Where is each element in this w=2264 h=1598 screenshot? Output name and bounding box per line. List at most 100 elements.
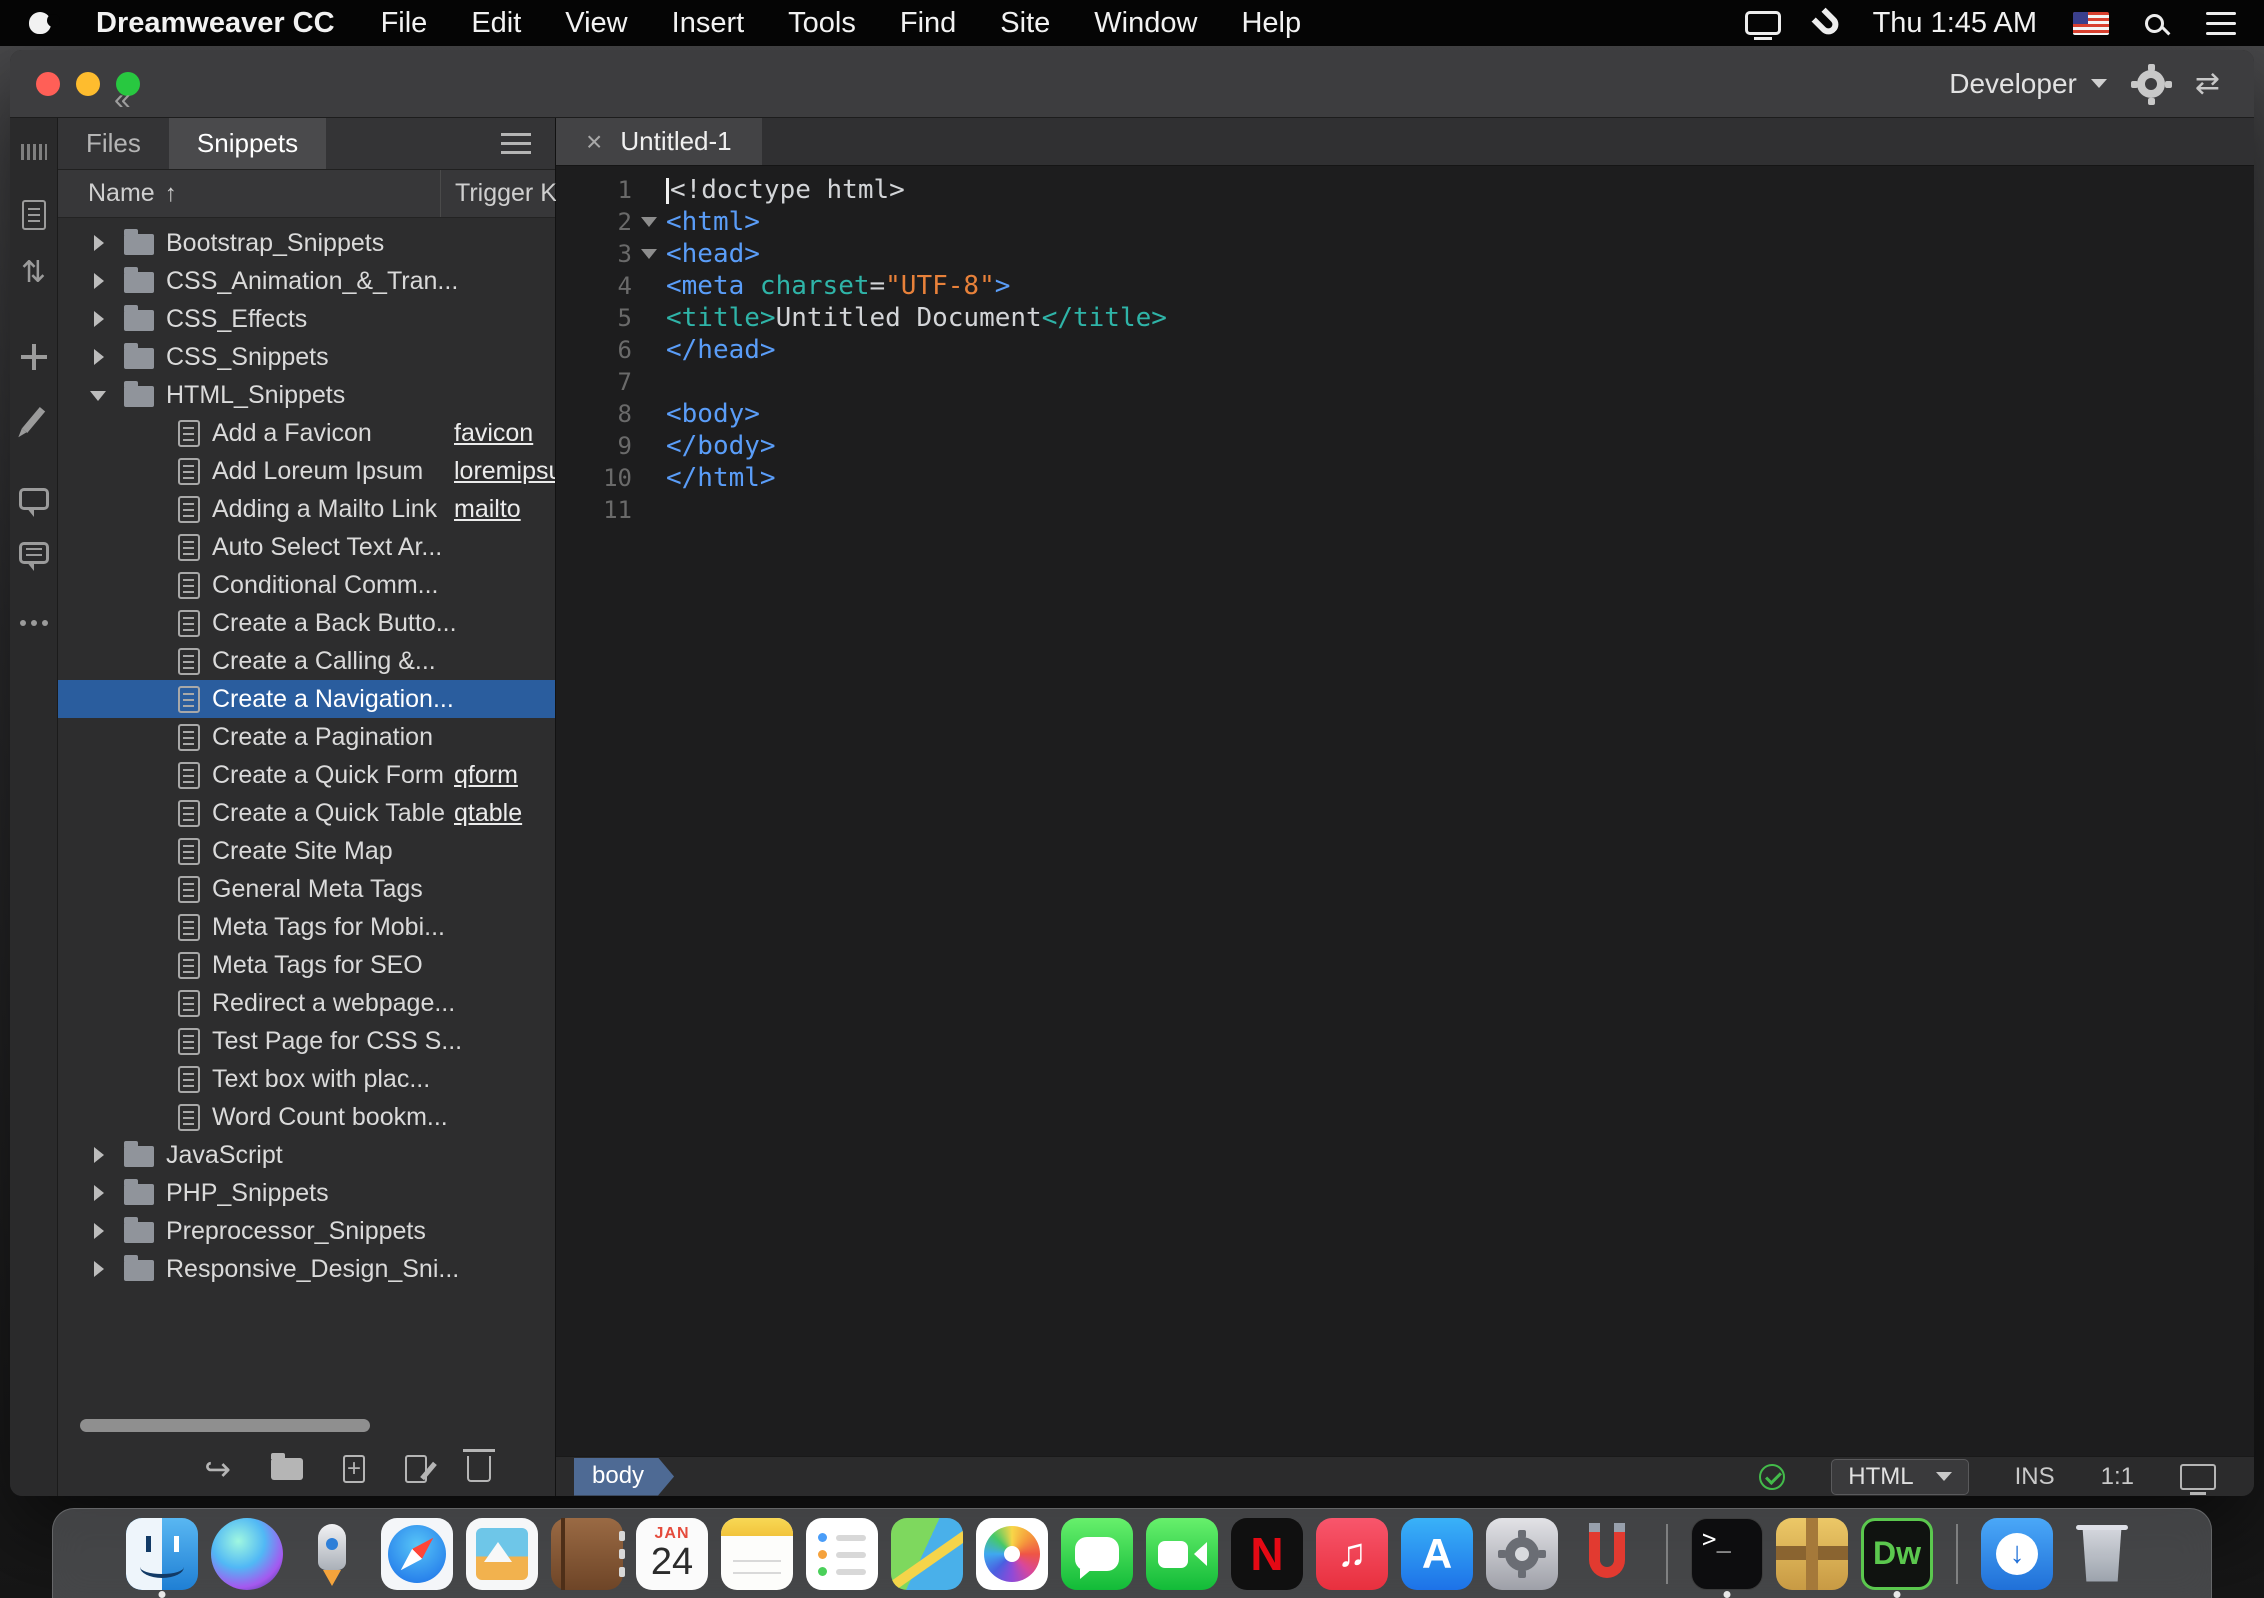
syntax-mode-select[interactable]: HTML bbox=[1831, 1458, 1969, 1495]
tree-item[interactable]: Create a Pagination bbox=[58, 718, 555, 756]
menu-help[interactable]: Help bbox=[1219, 7, 1323, 40]
tree-item[interactable]: Redirect a webpage... bbox=[58, 984, 555, 1022]
chevron-right-icon[interactable] bbox=[94, 1223, 104, 1239]
spotlight-search-icon[interactable] bbox=[2145, 13, 2164, 33]
gear-icon[interactable] bbox=[2136, 63, 2165, 98]
apple-menu-icon[interactable] bbox=[28, 10, 60, 36]
chevron-right-icon[interactable] bbox=[94, 273, 104, 289]
dock-appstore[interactable] bbox=[1401, 1517, 1473, 1590]
close-window-button[interactable] bbox=[36, 71, 60, 96]
tree-item[interactable]: Meta Tags for Mobi... bbox=[58, 908, 555, 946]
tree-folder[interactable]: Preprocessor_Snippets bbox=[58, 1212, 555, 1250]
code-comment-icon[interactable] bbox=[18, 542, 49, 571]
code-line[interactable]: 5 <title>Untitled Document</title> bbox=[556, 302, 2254, 334]
window-titlebar[interactable]: Developer bbox=[10, 50, 2254, 118]
tree-item[interactable]: Create a Back Butto... bbox=[58, 604, 555, 642]
apply-snippet-icon[interactable] bbox=[204, 1453, 231, 1485]
code-area[interactable]: 1 <!doctype html> 2 <html> 3 <head> 4 <meta … bbox=[556, 166, 2254, 1456]
menu-view[interactable]: View bbox=[543, 7, 649, 40]
tree-folder[interactable]: PHP_Snippets bbox=[58, 1174, 555, 1212]
edit-snippet-icon[interactable] bbox=[405, 1455, 427, 1483]
tree-item[interactable]: Text box with plac... bbox=[58, 1060, 555, 1098]
tree-item[interactable]: Word Count bookm... bbox=[58, 1098, 555, 1136]
dock-netflix[interactable] bbox=[1231, 1517, 1303, 1590]
code-fold-icon[interactable] bbox=[641, 217, 657, 227]
dock-terminal[interactable] bbox=[1691, 1517, 1763, 1598]
code-line[interactable]: 3 <head> bbox=[556, 238, 2254, 270]
grip-handle[interactable] bbox=[20, 144, 47, 160]
tag-selector-body[interactable]: body bbox=[574, 1458, 674, 1496]
dock-calendar[interactable]: JAN 24 bbox=[636, 1517, 708, 1590]
dock-dreamweaver[interactable] bbox=[1861, 1517, 1933, 1598]
menu-insert[interactable]: Insert bbox=[650, 7, 767, 40]
tree-item[interactable]: General Meta Tags bbox=[58, 870, 555, 908]
menu-site[interactable]: Site bbox=[978, 7, 1072, 40]
menu-file[interactable]: File bbox=[359, 7, 450, 40]
tree-folder-expanded[interactable]: HTML_Snippets bbox=[58, 376, 555, 414]
snippet-trigger[interactable]: qtable bbox=[454, 799, 522, 828]
menu-edit[interactable]: Edit bbox=[449, 7, 543, 40]
column-header-name[interactable]: Name bbox=[58, 179, 177, 208]
dock-unarchiver[interactable] bbox=[1776, 1517, 1848, 1590]
tree-item[interactable]: Create a Quick Table qtable bbox=[58, 794, 555, 832]
tree-folder[interactable]: CSS_Effects bbox=[58, 300, 555, 338]
tree-folder[interactable]: CSS_Animation_&_Tran... bbox=[58, 262, 555, 300]
tree-item[interactable]: Add Loreum Ipsum loremipsum bbox=[58, 452, 555, 490]
tree-item-selected[interactable]: Create a Navigation... bbox=[58, 680, 555, 718]
chevron-down-icon[interactable] bbox=[90, 391, 106, 401]
dock-safari[interactable] bbox=[381, 1517, 453, 1590]
window-size-icon[interactable] bbox=[2180, 1463, 2216, 1490]
collapse-panel-icon[interactable] bbox=[114, 85, 131, 115]
code-line[interactable]: 1 <!doctype html> bbox=[556, 174, 2254, 206]
dock-facetime[interactable] bbox=[1146, 1517, 1218, 1590]
panel-menu-icon[interactable] bbox=[501, 133, 531, 154]
tab-snippets[interactable]: Snippets bbox=[168, 118, 327, 169]
menu-window[interactable]: Window bbox=[1072, 7, 1219, 40]
tree-folder[interactable]: Bootstrap_Snippets bbox=[58, 224, 555, 262]
code-line[interactable]: 6 </head> bbox=[556, 334, 2254, 366]
close-tab-icon[interactable] bbox=[586, 128, 602, 156]
menu-find[interactable]: Find bbox=[878, 7, 978, 40]
snippet-trigger[interactable]: qform bbox=[454, 761, 518, 790]
dock-reminders[interactable] bbox=[806, 1517, 878, 1590]
menubar-clock[interactable]: Thu 1:45 AM bbox=[1873, 7, 2037, 40]
code-line[interactable]: 10 </html> bbox=[556, 462, 2254, 494]
control-center-icon[interactable] bbox=[2206, 11, 2236, 35]
minimize-window-button[interactable] bbox=[76, 71, 100, 96]
code-line[interactable]: 2 <html> bbox=[556, 206, 2254, 238]
code-fold-icon[interactable] bbox=[641, 249, 657, 259]
dock-preview[interactable] bbox=[466, 1517, 538, 1590]
dock-contacts[interactable] bbox=[551, 1517, 625, 1590]
dock-music[interactable] bbox=[1316, 1517, 1388, 1590]
dock-launchpad[interactable] bbox=[296, 1518, 368, 1590]
tree-item[interactable]: Create Site Map bbox=[58, 832, 555, 870]
tab-files[interactable]: Files bbox=[58, 118, 169, 169]
files-panel-icon[interactable] bbox=[21, 200, 46, 230]
workspace-switcher[interactable]: Developer bbox=[1949, 68, 2107, 100]
document-tab[interactable]: Untitled-1 bbox=[556, 118, 762, 165]
tree-item[interactable]: Create a Calling &... bbox=[58, 642, 555, 680]
transform-tool-icon[interactable] bbox=[20, 344, 47, 370]
chevron-right-icon[interactable] bbox=[94, 235, 104, 251]
chevron-right-icon[interactable] bbox=[94, 1147, 104, 1163]
dock-settings[interactable] bbox=[1486, 1517, 1558, 1590]
tree-item[interactable]: Add a Favicon favicon bbox=[58, 414, 555, 452]
tree-item[interactable]: Test Page for CSS S... bbox=[58, 1022, 555, 1060]
chevron-right-icon[interactable] bbox=[94, 311, 104, 327]
tree-item[interactable]: Meta Tags for SEO bbox=[58, 946, 555, 984]
tree-item[interactable]: Conditional Comm... bbox=[58, 566, 555, 604]
tree-item[interactable]: Adding a Mailto Link mailto bbox=[58, 490, 555, 528]
snippet-trigger[interactable]: loremipsum bbox=[454, 457, 555, 486]
code-line[interactable]: 4 <meta charset="UTF-8"> bbox=[556, 270, 2254, 302]
sync-settings-icon[interactable] bbox=[2195, 69, 2220, 99]
comment-icon[interactable] bbox=[18, 488, 49, 517]
edit-tool-icon[interactable] bbox=[21, 407, 46, 433]
app-menu-title[interactable]: Dreamweaver CC bbox=[72, 7, 359, 40]
new-snippet-icon[interactable] bbox=[343, 1455, 365, 1483]
tree-item[interactable]: Create a Quick Form qform bbox=[58, 756, 555, 794]
input-language-flag-icon[interactable] bbox=[2073, 11, 2109, 35]
chevron-right-icon[interactable] bbox=[94, 1261, 104, 1277]
snippet-trigger[interactable]: favicon bbox=[454, 419, 533, 448]
sort-icon[interactable] bbox=[21, 258, 46, 288]
new-folder-icon[interactable] bbox=[271, 1453, 303, 1480]
